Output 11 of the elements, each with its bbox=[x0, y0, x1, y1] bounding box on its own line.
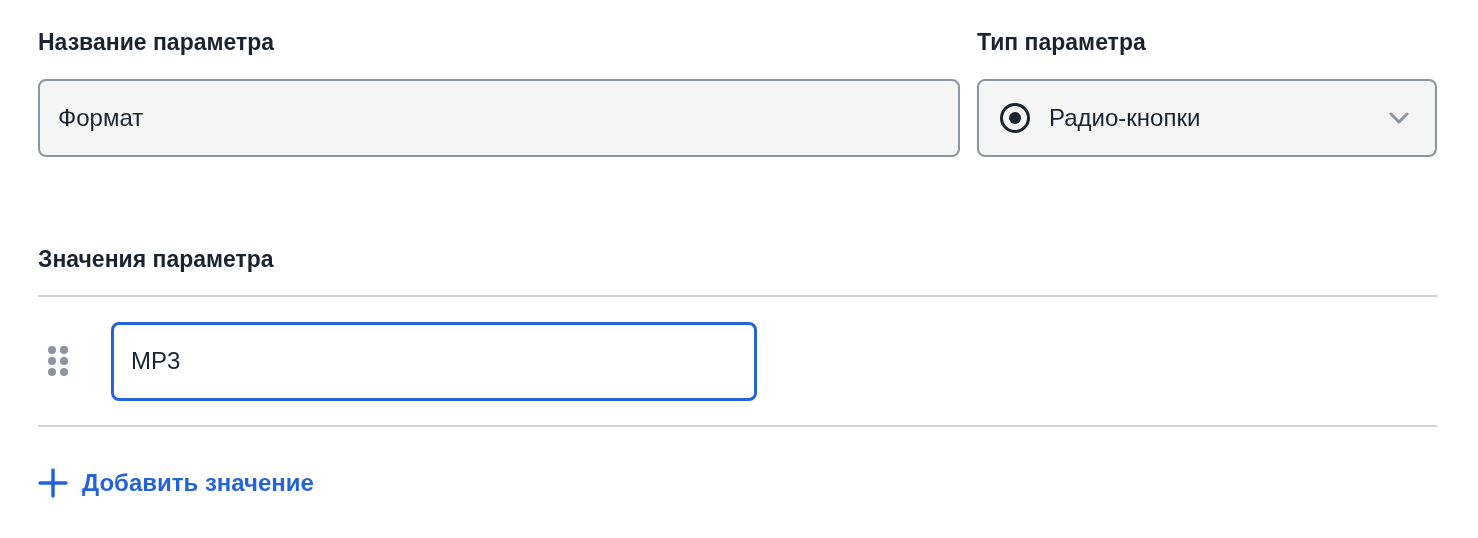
type-select[interactable]: Радио-кнопки bbox=[977, 79, 1437, 157]
radio-selected-icon bbox=[999, 102, 1031, 134]
field-label: Тип параметра bbox=[977, 28, 1147, 57]
section-title: Значения параметра bbox=[38, 245, 275, 274]
drag-handle-icon[interactable] bbox=[47, 345, 69, 377]
value-input[interactable]: MP3 bbox=[111, 321, 757, 401]
chevron-down-icon bbox=[1389, 112, 1409, 124]
plus-icon bbox=[38, 468, 68, 498]
add-value-button[interactable]: Добавить значение bbox=[38, 465, 314, 501]
name-input[interactable]: Формат bbox=[38, 79, 960, 157]
field-label: Название параметра bbox=[38, 28, 276, 57]
